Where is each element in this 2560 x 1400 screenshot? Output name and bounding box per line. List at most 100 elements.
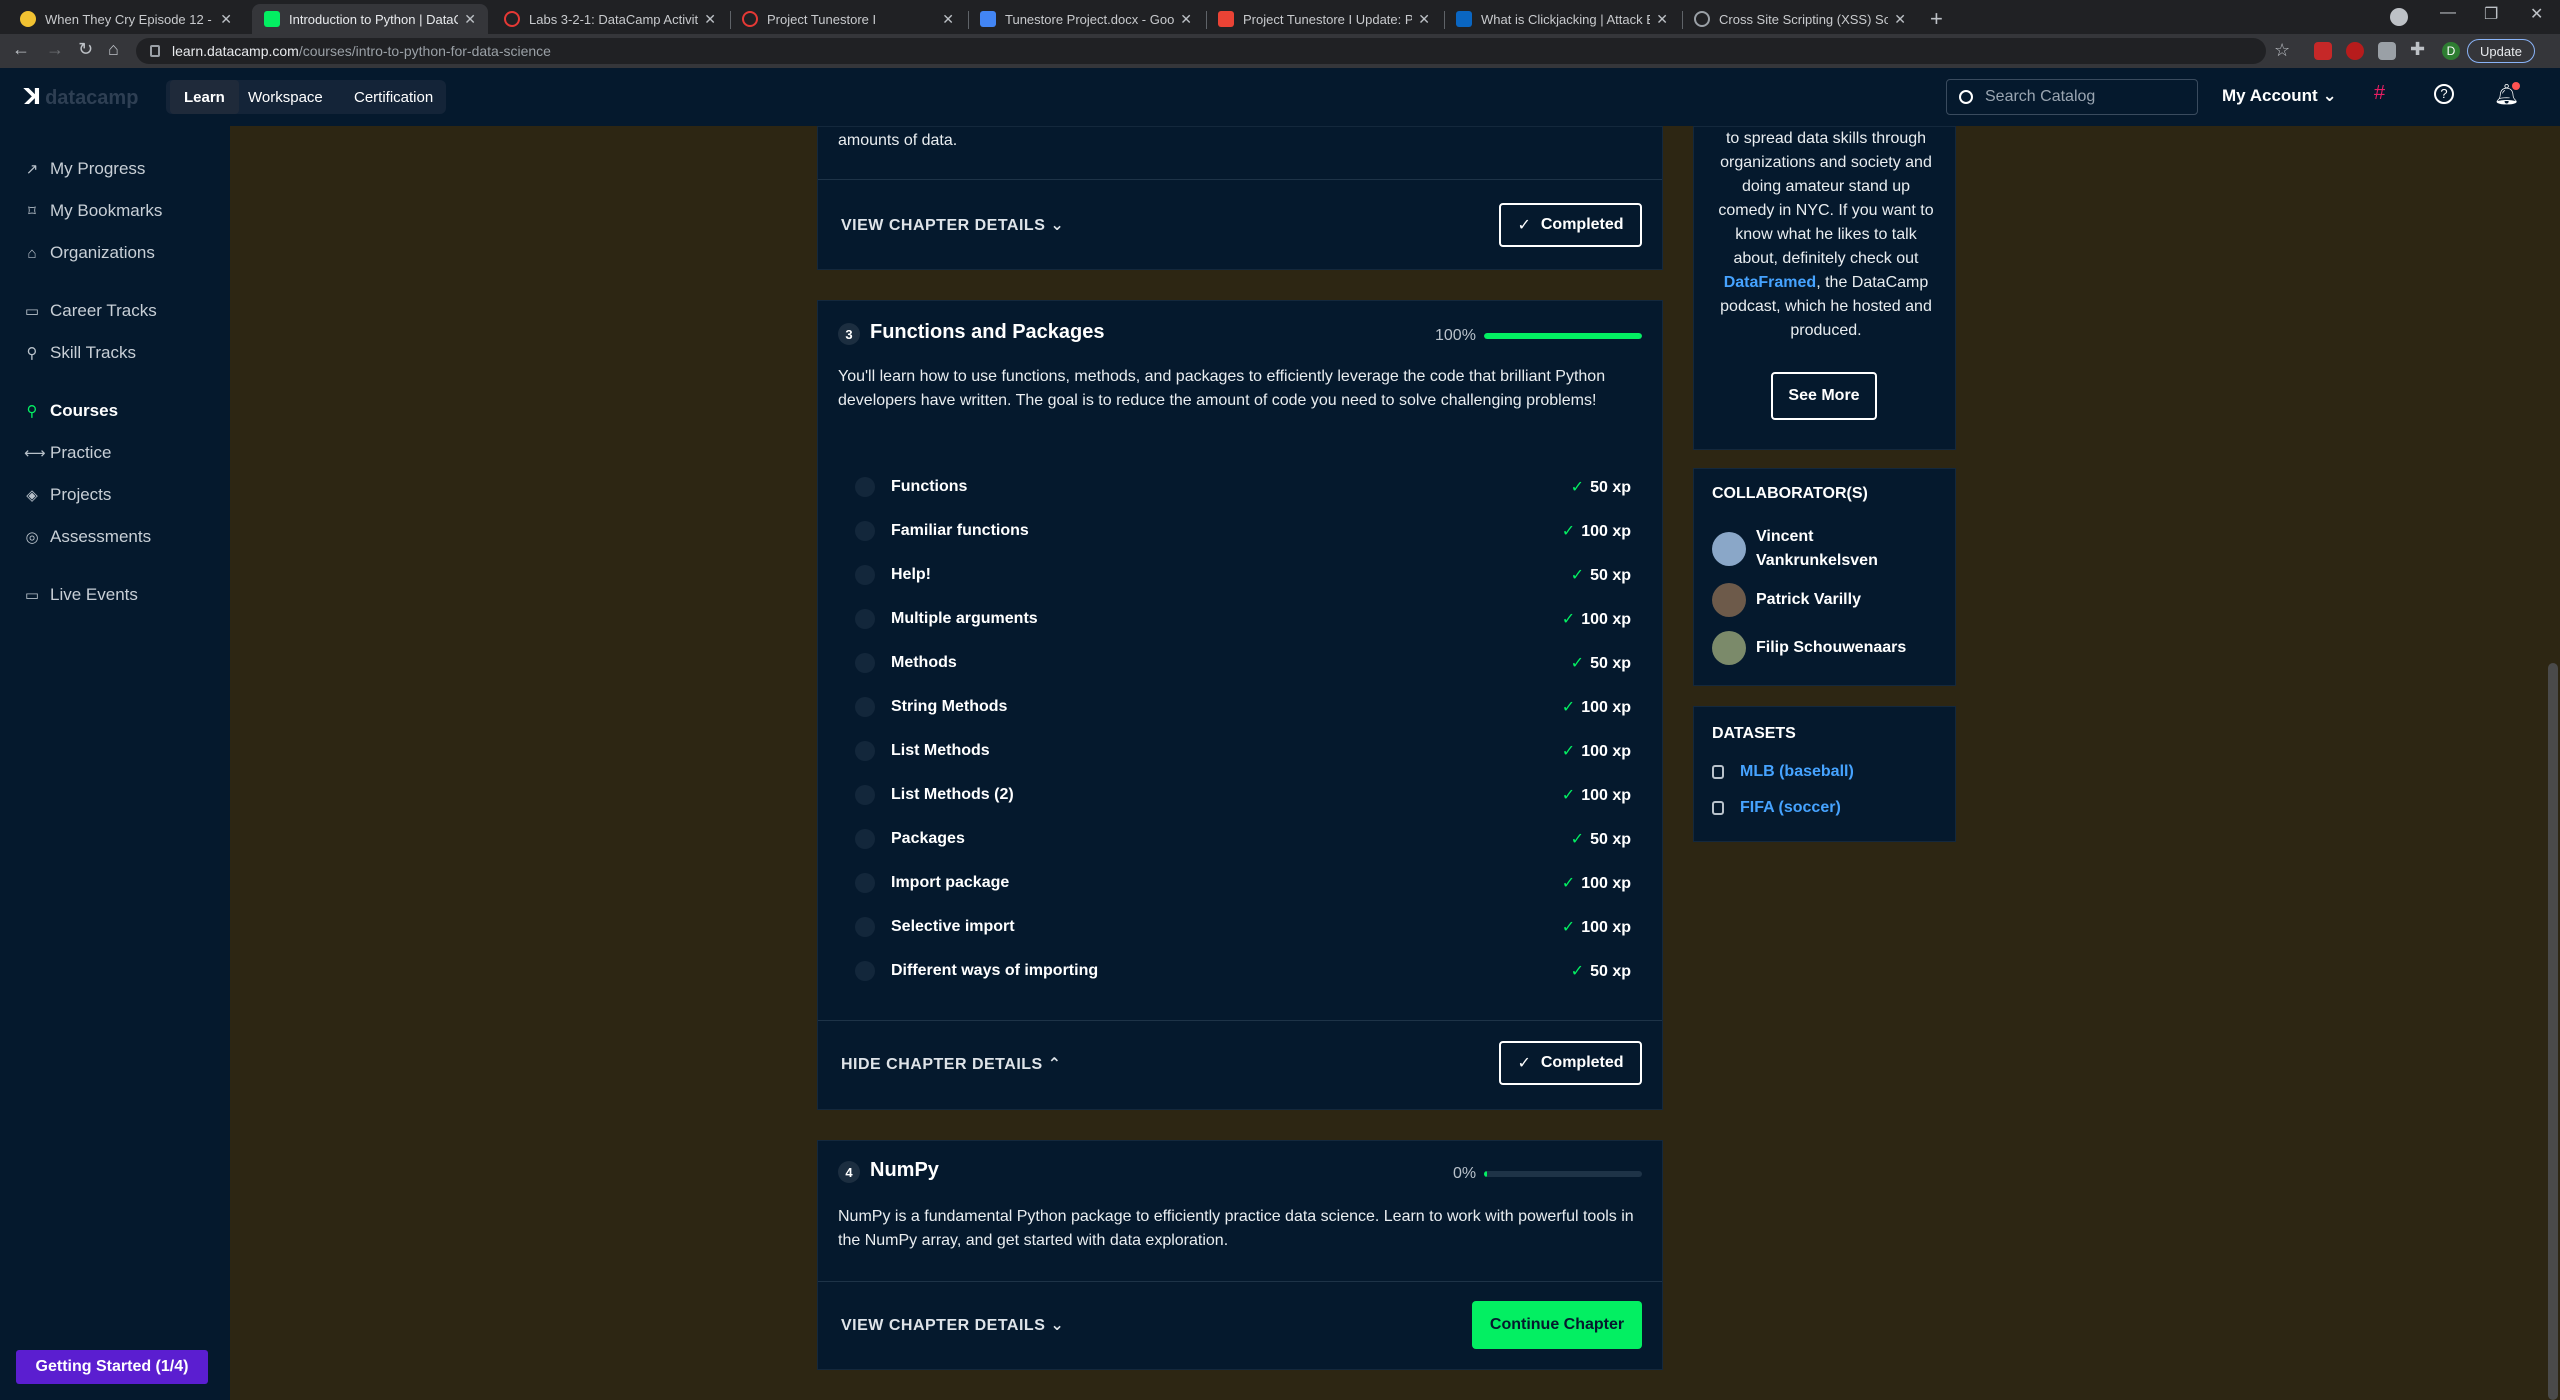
- sidebar-item-my-bookmarks[interactable]: ⌑ My Bookmarks: [24, 196, 162, 226]
- sidebar-item-label: Skill Tracks: [50, 343, 136, 362]
- sidebar-item-label: Assessments: [50, 527, 152, 546]
- sidebar-item-practice[interactable]: ⟷ Practice: [24, 438, 111, 468]
- nav-workspace[interactable]: Workspace: [234, 80, 337, 114]
- sidebar-item-career-tracks[interactable]: ▭ Career Tracks: [24, 296, 157, 326]
- sidebar-item-assessments[interactable]: ◎ Assessments: [24, 522, 151, 552]
- extension-icon[interactable]: [2346, 42, 2364, 60]
- close-tab-icon[interactable]: ✕: [704, 11, 716, 28]
- exercise-row[interactable]: Import package ✓ 100 xp: [855, 869, 1631, 897]
- browser-tab[interactable]: Tunestore Project.docx - Googl ✕: [968, 4, 1204, 34]
- collaborator[interactable]: Patrick Varilly: [1712, 583, 1926, 617]
- completed-button[interactable]: ✓ Completed: [1499, 1041, 1642, 1085]
- back-icon[interactable]: ←: [12, 39, 30, 60]
- chapter-card-4: 4 NumPy 0% NumPy is a fundamental Python…: [817, 1140, 1663, 1370]
- datacamp-logo[interactable]: ꓘ datacamp: [24, 84, 138, 110]
- browser-tab-active[interactable]: Introduction to Python | DataCam ✕: [252, 4, 488, 34]
- sidebar-item-courses[interactable]: ⚲ Courses: [24, 396, 119, 426]
- exercise-row[interactable]: List Methods (2) ✓ 100 xp: [855, 781, 1631, 809]
- close-tab-icon[interactable]: ✕: [1894, 11, 1906, 28]
- home-icon[interactable]: ⌂: [108, 39, 119, 60]
- profile-avatar[interactable]: D: [2442, 42, 2460, 60]
- dataframed-link[interactable]: DataFramed: [1724, 274, 1816, 291]
- forward-icon[interactable]: →: [46, 39, 64, 60]
- dataset-link[interactable]: MLB (baseball): [1712, 763, 1854, 781]
- continue-chapter-button[interactable]: Continue Chapter: [1472, 1301, 1642, 1349]
- tab-title: Cross Site Scripting (XSS) Softwa: [1719, 11, 1889, 27]
- browser-tab[interactable]: Cross Site Scripting (XSS) Softwa ✕: [1682, 4, 1918, 34]
- browser-update-button[interactable]: Update: [2467, 39, 2535, 63]
- exercise-row[interactable]: String Methods ✓ 100 xp: [855, 693, 1631, 721]
- close-window-icon[interactable]: ✕: [2530, 4, 2543, 24]
- my-account-menu[interactable]: My Account ⌄: [2222, 86, 2337, 106]
- address-bar[interactable]: learn.datacamp.com /courses/intro-to-pyt…: [136, 38, 2266, 64]
- sidebar-item-label: My Bookmarks: [50, 201, 163, 220]
- slack-icon[interactable]: #: [2374, 82, 2385, 105]
- view-chapter-details-link[interactable]: VIEW CHAPTER DETAILS ⌄: [841, 215, 1064, 235]
- sidebar-item-live-events[interactable]: ▭ Live Events: [24, 580, 138, 610]
- exercise-row[interactable]: Different ways of importing ✓ 50 xp: [855, 957, 1631, 985]
- close-tab-icon[interactable]: ✕: [1418, 11, 1430, 28]
- bookmark-star-icon[interactable]: ☆: [2274, 40, 2290, 61]
- skill-tracks-icon: ⚲: [26, 345, 38, 362]
- collaborator-name: Vincent Vankrunkelsven: [1756, 528, 1878, 569]
- exercise-row[interactable]: Selective import ✓ 100 xp: [855, 913, 1631, 941]
- exercise-row[interactable]: List Methods ✓ 100 xp: [855, 737, 1631, 765]
- extensions-puzzle-icon[interactable]: ✚: [2410, 39, 2425, 60]
- browser-tab[interactable]: Labs 3-2-1: DataCamp Activity 3 ✕: [492, 4, 728, 34]
- checkmark-icon: ✓: [1570, 567, 1585, 584]
- browser-tab[interactable]: Project Tunestore I Update: Prog ✕: [1206, 4, 1442, 34]
- sidebar-item-label: My Progress: [50, 159, 146, 178]
- sidebar-item-projects[interactable]: ◈ Projects: [24, 480, 111, 510]
- close-tab-icon[interactable]: ✕: [220, 11, 232, 28]
- database-icon: [1712, 765, 1724, 779]
- collaborator[interactable]: Vincent Vankrunkelsven: [1712, 525, 1926, 573]
- new-tab-button[interactable]: +: [1930, 6, 1943, 32]
- see-more-button[interactable]: See More: [1771, 372, 1877, 420]
- sidebar: ↗ My Progress ⌑ My Bookmarks ⌂ Organization…: [0, 126, 230, 1400]
- sidebar-item-my-progress[interactable]: ↗ My Progress: [24, 154, 146, 184]
- browser-tab[interactable]: Project Tunestore I ✕: [730, 4, 966, 34]
- browser-tab[interactable]: What is Clickjacking | Attack Exa ✕: [1444, 4, 1680, 34]
- extension-icon[interactable]: [2314, 42, 2332, 60]
- exercise-status-icon: [855, 829, 875, 849]
- bio-text: to spread data skills through organizati…: [1718, 130, 1934, 267]
- nav-learn[interactable]: Learn: [170, 80, 239, 114]
- chapter-progress-bar: [1484, 1171, 1642, 1177]
- assessments-icon: ◎: [25, 529, 39, 546]
- exercise-row[interactable]: Packages ✓ 50 xp: [855, 825, 1631, 853]
- hide-chapter-details-link[interactable]: HIDE CHAPTER DETAILS ⌃: [841, 1054, 1062, 1074]
- exercise-row[interactable]: Multiple arguments ✓ 100 xp: [855, 605, 1631, 633]
- restore-icon[interactable]: ❐: [2484, 4, 2498, 24]
- exercise-row[interactable]: Functions ✓ 50 xp: [855, 473, 1631, 501]
- extension-icon[interactable]: [2378, 42, 2396, 60]
- view-chapter-details-link[interactable]: VIEW CHAPTER DETAILS ⌄: [841, 1315, 1064, 1335]
- tab-search-icon[interactable]: [2390, 8, 2408, 26]
- page-scrollbar[interactable]: [2548, 663, 2558, 1400]
- exercise-row[interactable]: Help! ✓ 50 xp: [855, 561, 1631, 589]
- instructor-bio: to spread data skills through organizati…: [1716, 127, 1936, 343]
- checkmark-icon: ✓: [1561, 919, 1576, 936]
- completed-label: Completed: [1540, 1054, 1624, 1071]
- close-tab-icon[interactable]: ✕: [1180, 11, 1192, 28]
- dataset-link[interactable]: FIFA (soccer): [1712, 799, 1841, 817]
- exercise-title: Multiple arguments: [891, 610, 1038, 627]
- reload-icon[interactable]: ↻: [78, 39, 93, 60]
- xp-value: 100 xp: [1581, 523, 1631, 540]
- exercise-row[interactable]: Familiar functions ✓ 100 xp: [855, 517, 1631, 545]
- getting-started-button[interactable]: Getting Started (1/4): [16, 1350, 208, 1384]
- minimize-icon[interactable]: —: [2440, 4, 2456, 22]
- sidebar-item-skill-tracks[interactable]: ⚲ Skill Tracks: [24, 338, 136, 368]
- sidebar-item-label: Career Tracks: [50, 301, 157, 320]
- completed-button[interactable]: ✓ Completed: [1499, 203, 1642, 247]
- sidebar-item-organizations[interactable]: ⌂ Organizations: [24, 238, 154, 268]
- exercise-title: Methods: [891, 654, 957, 671]
- help-icon[interactable]: ?: [2434, 84, 2454, 104]
- exercise-row[interactable]: Methods ✓ 50 xp: [855, 649, 1631, 677]
- close-tab-icon[interactable]: ✕: [942, 11, 954, 28]
- search-catalog-input[interactable]: Search Catalog: [1946, 79, 2198, 115]
- nav-certification[interactable]: Certification: [340, 80, 447, 114]
- close-tab-icon[interactable]: ✕: [1656, 11, 1668, 28]
- browser-tab[interactable]: When They Cry Episode 12 - Wat ✕: [8, 4, 244, 34]
- close-tab-icon[interactable]: ✕: [464, 11, 476, 28]
- collaborator[interactable]: Filip Schouwenaars: [1712, 631, 1926, 665]
